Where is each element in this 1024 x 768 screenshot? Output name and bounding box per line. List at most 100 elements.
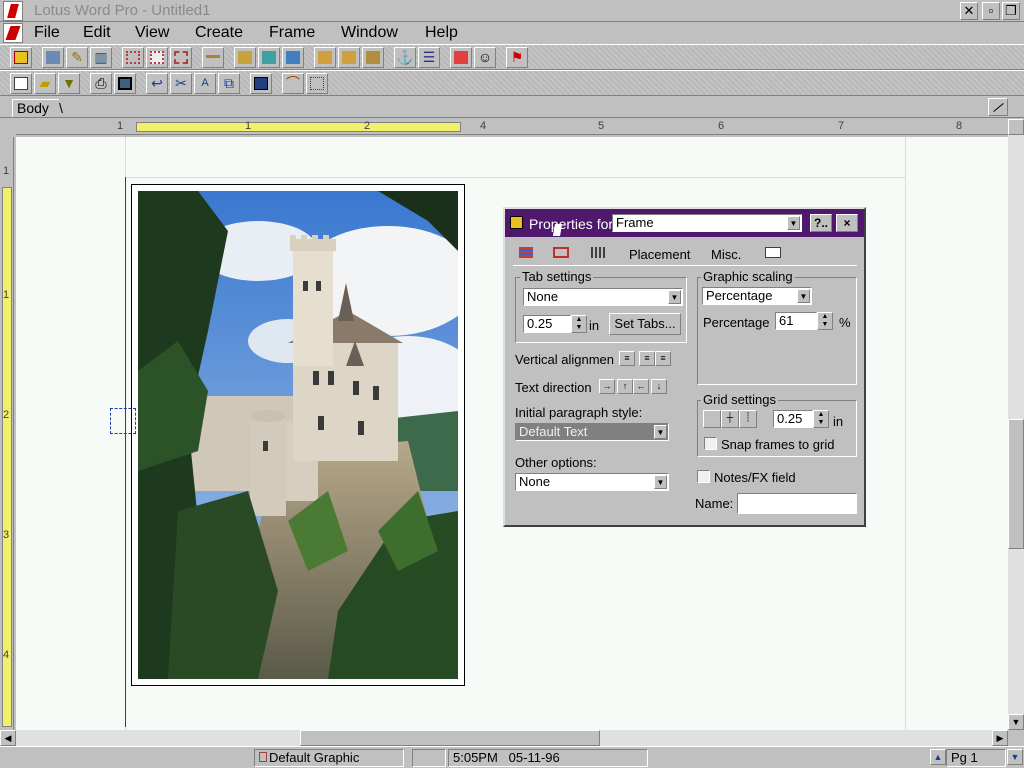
tab-lines-properties[interactable] [547, 241, 581, 265]
save-icon[interactable]: ▼ [58, 73, 80, 94]
frame-align-2-icon[interactable] [338, 47, 360, 68]
frame-wrap-icon[interactable] [234, 47, 256, 68]
status-page[interactable]: Pg 1 [946, 749, 1006, 767]
table-icon[interactable] [250, 73, 272, 94]
menu-window[interactable]: Window [341, 24, 398, 42]
tab-spacing-input[interactable]: 0.25 [523, 315, 571, 333]
scroll-down-icon[interactable]: ▼ [1008, 714, 1024, 730]
anchor-icon[interactable]: ⚓ [394, 47, 416, 68]
horizontal-scrollbar[interactable]: ◀ ▶ [0, 730, 1008, 746]
graphic-scaling-select[interactable]: Percentage ▼ [702, 287, 812, 305]
grid-none-icon[interactable] [703, 410, 721, 428]
brush-icon[interactable]: ⌒ [282, 73, 304, 94]
tab-text-properties[interactable] [515, 241, 543, 265]
menu-create[interactable]: Create [195, 24, 243, 42]
tab-settings-select[interactable]: None ▼ [523, 288, 683, 306]
grid-dots-icon[interactable]: ┼ [721, 410, 739, 428]
dialog-close-button[interactable]: × [836, 214, 858, 232]
dropdown-arrow-icon[interactable]: ▼ [654, 425, 667, 439]
name-input[interactable] [737, 493, 857, 514]
grid-spacing-input[interactable]: 0.25 [773, 410, 813, 428]
tab-body[interactable]: Body \ [12, 99, 63, 117]
direction-up-icon[interactable]: ↑ [617, 379, 633, 394]
graphic-icon[interactable] [42, 47, 64, 68]
hscroll-thumb[interactable] [300, 730, 600, 746]
tab-spacing-spinner[interactable]: ▲ ▼ [571, 315, 587, 333]
properties-target-select[interactable]: Frame ▼ [612, 214, 802, 232]
scroll-up-icon[interactable] [1008, 119, 1024, 135]
menu-frame[interactable]: Frame [269, 24, 315, 42]
frame-style-1-icon[interactable] [122, 47, 144, 68]
frame-order-icon[interactable] [282, 47, 304, 68]
snap-frames-checkbox[interactable] [704, 437, 717, 450]
tab-misc[interactable]: Misc. [711, 247, 741, 271]
frame-align-3-icon[interactable] [362, 47, 384, 68]
align-bottom-icon[interactable]: ≡ [655, 351, 671, 366]
dropdown-arrow-icon[interactable]: ▼ [668, 290, 681, 304]
vertical-scrollbar[interactable]: ▼ [1008, 119, 1024, 730]
grid-spacing-spinner[interactable]: ▲ ▼ [813, 410, 829, 428]
frame-properties-icon[interactable]: ☰ [418, 47, 440, 68]
chart-icon[interactable]: ▥ [90, 47, 112, 68]
percentage-input[interactable]: 61 [775, 312, 817, 330]
frame-style-2-icon[interactable] [146, 47, 168, 68]
paste-icon[interactable]: ⧉ [218, 73, 240, 94]
print-icon[interactable]: ⎙ [90, 73, 112, 94]
vertical-ruler[interactable]: 1 1 2 3 4 [0, 137, 14, 730]
direction-right-icon[interactable]: → [599, 379, 615, 394]
tab-named-styles[interactable] [759, 241, 789, 265]
new-document-icon[interactable] [10, 73, 32, 94]
picture-frame[interactable] [131, 184, 465, 686]
status-datetime[interactable]: 5:05PM 05-11-96 [448, 749, 648, 767]
direction-down-icon[interactable]: ↓ [651, 379, 667, 394]
scroll-right-icon[interactable]: ▶ [992, 730, 1008, 746]
grid-icon[interactable] [306, 73, 328, 94]
smarticon-face-icon[interactable]: ☺ [474, 47, 496, 68]
grid-lines-icon[interactable]: ┊ [739, 410, 757, 428]
frame-group-icon[interactable] [258, 47, 280, 68]
dropdown-arrow-icon[interactable]: ▼ [654, 475, 667, 489]
dialog-help-button[interactable]: ?.. [810, 214, 832, 232]
cut-icon[interactable]: ✂ [170, 73, 192, 94]
frame-tool-icon[interactable] [10, 47, 32, 68]
scroll-thumb[interactable] [1008, 419, 1024, 549]
draw-icon[interactable]: ✎ [66, 47, 88, 68]
minimize-icon[interactable]: ▫ [982, 2, 1000, 20]
menu-help[interactable]: Help [425, 24, 458, 42]
direction-left-icon[interactable]: ← [633, 379, 649, 394]
close-icon[interactable]: ✕ [960, 2, 978, 20]
horizontal-ruler[interactable]: 1 1 2 4 5 6 7 8 [16, 119, 1008, 135]
maximize-icon[interactable]: ❐ [1002, 2, 1020, 20]
frame-align-1-icon[interactable] [314, 47, 336, 68]
align-middle-icon[interactable]: ≡ [639, 351, 655, 366]
frame-style-3-icon[interactable] [170, 47, 192, 68]
dropdown-arrow-icon[interactable]: ▼ [787, 216, 800, 230]
open-folder-icon[interactable]: ▰ [34, 73, 56, 94]
status-style[interactable]: Default Graphic [254, 749, 404, 767]
doc-control-icon[interactable] [3, 23, 23, 43]
set-tabs-button[interactable]: Set Tabs... [609, 313, 681, 335]
menu-view[interactable]: View [135, 24, 169, 42]
scroll-left-icon[interactable]: ◀ [0, 730, 16, 746]
notes-fx-checkbox[interactable] [697, 470, 710, 483]
tab-placement[interactable]: Placement [629, 247, 690, 271]
frame-handle[interactable] [110, 408, 136, 434]
percentage-spinner[interactable]: ▲ ▼ [817, 312, 833, 330]
align-top-icon[interactable]: ≡ [619, 351, 635, 366]
menu-edit[interactable]: Edit [83, 24, 111, 42]
initial-paragraph-style-select[interactable]: Default Text ▼ [515, 423, 669, 441]
status-abc-icon[interactable] [412, 749, 446, 767]
tab-columns-properties[interactable] [587, 241, 617, 265]
dropdown-arrow-icon[interactable]: ▼ [797, 289, 810, 303]
other-options-select[interactable]: None ▼ [515, 473, 669, 491]
page-up-icon[interactable]: ▲ [930, 749, 946, 765]
frame-color-icon[interactable] [450, 47, 472, 68]
copy-icon[interactable]: A [194, 73, 216, 94]
split-view-icon[interactable] [988, 98, 1008, 116]
preview-icon[interactable] [114, 73, 136, 94]
app-icon[interactable] [3, 1, 23, 21]
menu-file[interactable]: File [34, 24, 60, 42]
frame-line-icon[interactable] [202, 47, 224, 68]
undo-icon[interactable]: ↩ [146, 73, 168, 94]
extinguisher-icon[interactable]: ⚑ [506, 47, 528, 68]
